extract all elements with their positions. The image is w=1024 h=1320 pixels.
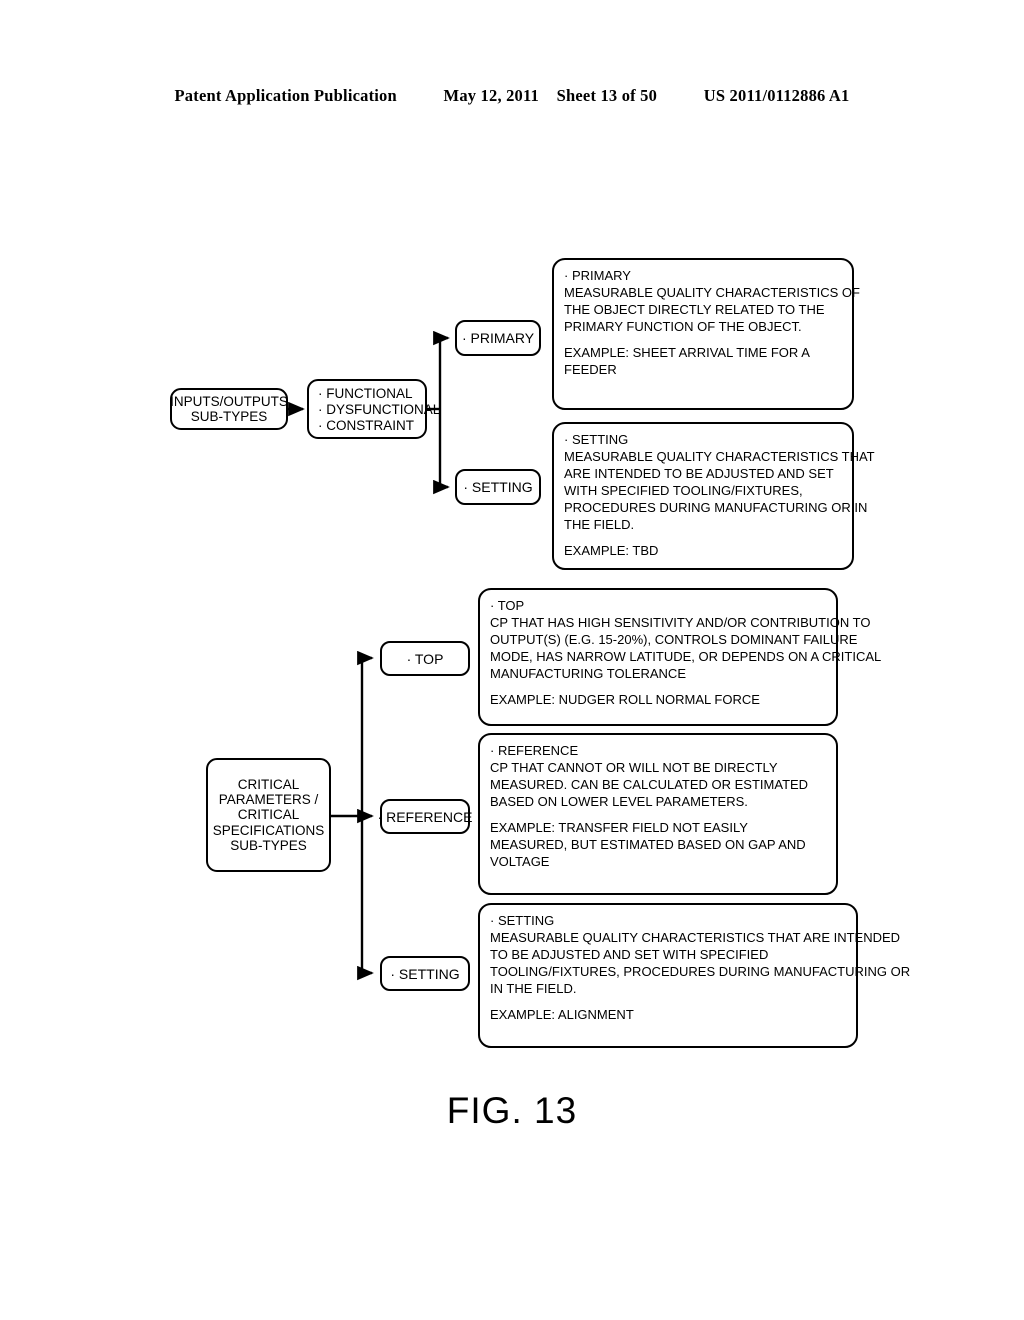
desc-line: FEEDER: [564, 361, 617, 377]
desc-line: · PRIMARY: [564, 268, 631, 283]
figure-caption: FIG. 13: [446, 1090, 578, 1131]
desc-line: TO BE ADJUSTED AND SET WITH SPECIFIED: [490, 946, 769, 962]
node-inputs-outputs-sub-types-label: INPUTS/OUTPUTS SUB-TYPES: [170, 393, 288, 424]
pill-io-setting-label: · SETTING: [463, 479, 533, 495]
desc-line: TOOLING/FIXTURES, PROCEDURES DURING MANU…: [490, 963, 911, 979]
desc-line: BASED ON LOWER LEVEL PARAMETERS.: [490, 793, 748, 809]
desc-line-spacer: [490, 683, 827, 692]
desc-line: MEASURABLE QUALITY CHARACTERISTICS OF: [564, 284, 860, 300]
node-critical-parameters-sub-types-label: CRITICAL PARAMETERS / CRITICAL SPECIFICA…: [212, 777, 325, 853]
desc-line-spacer: [490, 998, 847, 1007]
desc-line: EXAMPLE: TRANSFER FIELD NOT EASILY: [490, 819, 748, 835]
pill-cp-top-label: · TOP: [406, 650, 444, 667]
node-io-subtype-bullets[interactable]: · FUNCTIONAL · DYSFUNCTIONAL · CONSTRAIN…: [307, 379, 441, 439]
desc-line: CP THAT HAS HIGH SENSITIVITY AND/OR CONT…: [490, 614, 871, 630]
desc-line: PRIMARY FUNCTION OF THE OBJECT.: [564, 318, 802, 334]
desc-line: MEASURED. CAN BE CALCULATED OR ESTIMATED: [490, 776, 809, 792]
desc-line: PROCEDURES DURING MANUFACTURING OR IN: [564, 499, 868, 515]
desc-line-spacer: [564, 534, 843, 543]
desc-line: CP THAT CANNOT OR WILL NOT BE DIRECTLY: [490, 759, 778, 775]
desc-line: · REFERENCE: [490, 743, 579, 758]
io-bullet-dysfunctional: · DYSFUNCTIONAL: [318, 401, 441, 417]
pill-cp-top[interactable]: · TOP: [380, 641, 470, 676]
desc-box-cp-setting: · SETTING MEASURABLE QUALITY CHARACTERIS…: [478, 903, 911, 1048]
desc-line: · SETTING: [564, 432, 629, 447]
pill-cp-setting[interactable]: · SETTING: [380, 956, 470, 991]
desc-line: THE OBJECT DIRECTLY RELATED TO THE: [564, 301, 825, 317]
desc-line: WITH SPECIFIED TOOLING/FIXTURES,: [564, 482, 803, 498]
desc-line: EXAMPLE: NUDGER ROLL NORMAL FORCE: [490, 691, 760, 707]
desc-line: MANUFACTURING TOLERANCE: [490, 665, 686, 681]
desc-line: ARE INTENDED TO BE ADJUSTED AND SET: [564, 465, 834, 481]
desc-line: THE FIELD.: [564, 516, 635, 532]
desc-line: MEASURED, BUT ESTIMATED BASED ON GAP AND: [490, 836, 806, 852]
pill-io-primary[interactable]: · PRIMARY: [455, 320, 541, 356]
desc-line-spacer: [490, 811, 827, 820]
desc-line: EXAMPLE: ALIGNMENT: [490, 1006, 634, 1022]
desc-line: EXAMPLE: SHEET ARRIVAL TIME FOR A: [564, 344, 810, 360]
pill-cp-reference[interactable]: · REFERENCE: [377, 799, 473, 834]
node-inputs-outputs-sub-types[interactable]: INPUTS/OUTPUTS SUB-TYPES: [170, 388, 288, 430]
desc-line: · SETTING: [490, 913, 555, 928]
desc-box-cp-top: · TOP CP THAT HAS HIGH SENSITIVITY AND/O…: [478, 588, 882, 726]
io-bullet-constraint: · CONSTRAINT: [318, 417, 414, 433]
desc-line: · TOP: [490, 598, 525, 613]
desc-line: IN THE FIELD.: [490, 980, 577, 996]
desc-line: MEASURABLE QUALITY CHARACTERISTICS THAT: [564, 448, 875, 464]
io-bullet-functional: · FUNCTIONAL: [318, 386, 413, 401]
desc-line: EXAMPLE: TBD: [564, 542, 659, 558]
desc-line: MODE, HAS NARROW LATITUDE, OR DEPENDS ON…: [490, 648, 882, 664]
pill-io-setting[interactable]: · SETTING: [455, 469, 541, 505]
desc-line-spacer: [564, 336, 843, 345]
node-critical-parameters-sub-types[interactable]: CRITICAL PARAMETERS / CRITICAL SPECIFICA…: [206, 758, 331, 872]
desc-line: MEASURABLE QUALITY CHARACTERISTICS THAT …: [490, 929, 901, 945]
pill-cp-setting-label: · SETTING: [390, 965, 460, 982]
desc-line: OUTPUT(S) (E.G. 15-20%), CONTROLS DOMINA…: [490, 631, 858, 647]
desc-box-io-setting: · SETTING MEASURABLE QUALITY CHARACTERIS…: [552, 422, 875, 570]
pill-cp-reference-label: · REFERENCE: [377, 808, 473, 825]
desc-box-cp-reference: · REFERENCE CP THAT CANNOT OR WILL NOT B…: [478, 733, 838, 895]
desc-line: VOLTAGE: [490, 853, 550, 869]
desc-box-io-primary: · PRIMARY MEASURABLE QUALITY CHARACTERIS…: [552, 258, 860, 410]
pill-io-primary-label: · PRIMARY: [461, 330, 535, 346]
